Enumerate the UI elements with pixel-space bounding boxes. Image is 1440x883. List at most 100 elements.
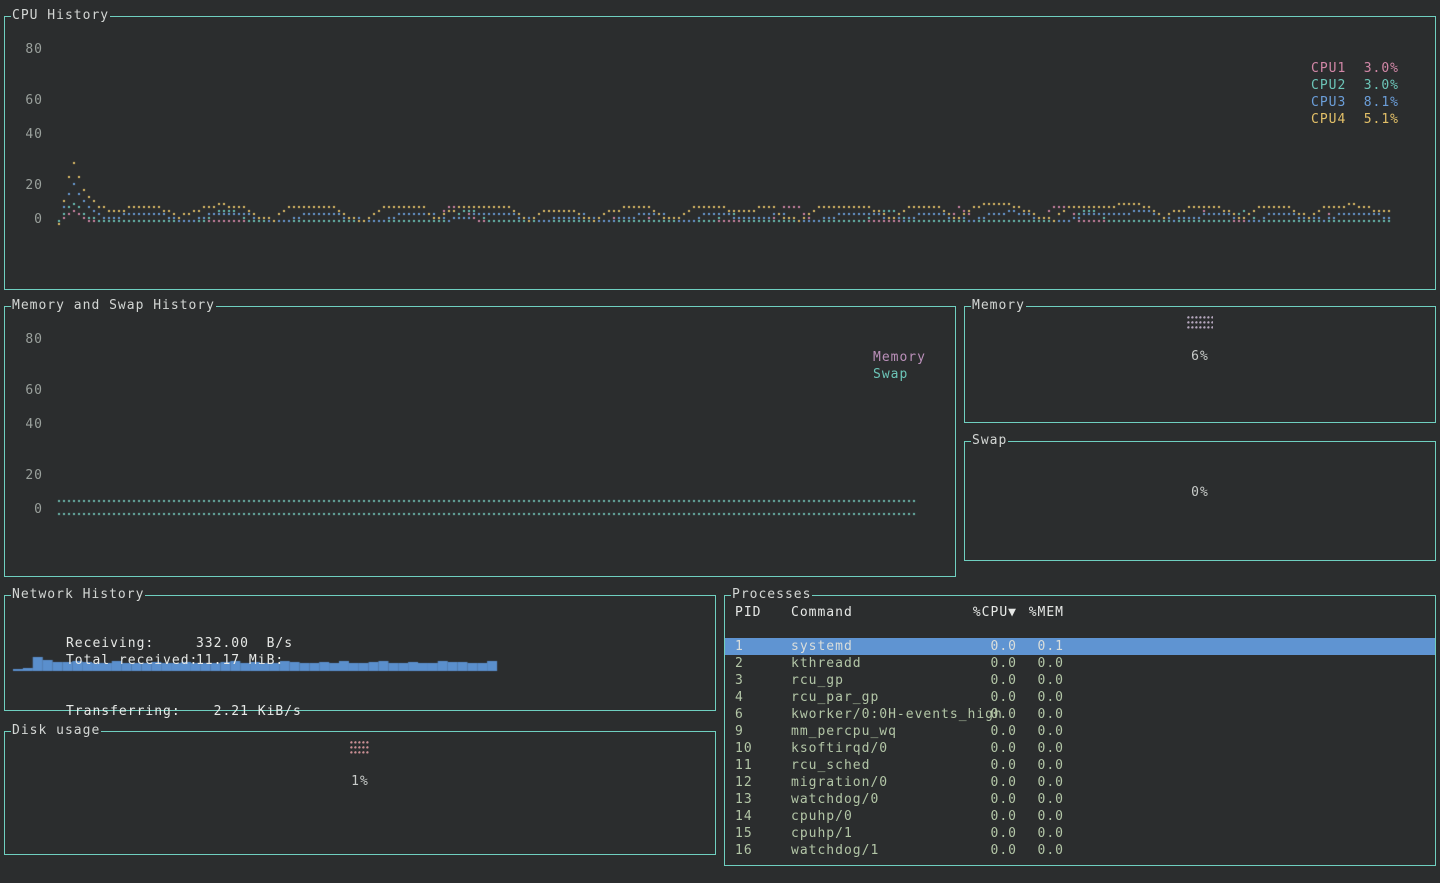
process-pid: 15: [735, 825, 779, 842]
column-header-pid[interactable]: PID: [735, 604, 779, 622]
memory-axis-tick: 20: [19, 468, 43, 483]
column-header-mem[interactable]: %MEM: [1020, 604, 1064, 622]
memory-axis-tick: 60: [19, 383, 43, 398]
process-pid: 2: [735, 655, 779, 672]
disk-percent: 1%: [5, 774, 715, 789]
process-cpu: 0.0: [961, 723, 1017, 740]
process-pid: 9: [735, 723, 779, 740]
memory-gauge-panel: Memory 6%: [964, 306, 1436, 423]
memory-axis-tick: 40: [19, 417, 43, 432]
process-pid: 13: [735, 791, 779, 808]
cpu-legend-item-cpu4: CPU4 5.1%: [1311, 111, 1399, 128]
process-mem: 0.0: [1020, 757, 1064, 774]
process-row-migration/0[interactable]: 12migration/00.00.0: [725, 774, 1435, 791]
network-transferring-value: 2.21 KiB/s: [196, 704, 302, 719]
cpu-history-chart: [5, 17, 1435, 289]
process-cpu: 0.0: [961, 842, 1017, 859]
memory-swap-history-panel: Memory and Swap History 806040200 Memory…: [4, 306, 956, 577]
process-mem: 0.0: [1020, 774, 1064, 791]
swap-gauge-panel: Swap 0%: [964, 441, 1436, 561]
disk-usage-title: Disk usage: [11, 723, 101, 738]
process-pid: 11: [735, 757, 779, 774]
cpu-legend-item-cpu3: CPU3 8.1%: [1311, 94, 1399, 111]
process-mem: 0.1: [1020, 638, 1064, 655]
process-row-systemd[interactable]: 1systemd0.00.1: [725, 638, 1435, 655]
process-row-kthreadd[interactable]: 2kthreadd0.00.0: [725, 655, 1435, 672]
memory-swap-history-chart: [5, 307, 955, 576]
process-cpu: 0.0: [961, 655, 1017, 672]
process-row-mm_percpu_wq[interactable]: 9mm_percpu_wq0.00.0: [725, 723, 1435, 740]
memory-axis-tick: 80: [19, 332, 43, 347]
process-cpu: 0.0: [961, 825, 1017, 842]
cpu-axis-tick: 80: [19, 42, 43, 57]
cpu-legend-item-cpu1: CPU1 3.0%: [1311, 60, 1399, 77]
cpu-legend-value: 3.0%: [1364, 77, 1399, 94]
swap-percent: 0%: [965, 485, 1435, 500]
process-mem: 0.0: [1020, 825, 1064, 842]
cpu-history-panel: CPU History 806040200 CPU13.0%CPU23.0%CP…: [4, 16, 1436, 290]
cpu-axis-tick: 0: [19, 212, 43, 227]
cpu-legend-name: CPU3: [1311, 94, 1346, 111]
process-cpu: 0.0: [961, 689, 1017, 706]
memory-gauge-icon: [1187, 316, 1213, 330]
process-cpu: 0.0: [961, 706, 1017, 723]
cpu-axis-tick: 40: [19, 127, 43, 142]
process-pid: 12: [735, 774, 779, 791]
process-pid: 10: [735, 740, 779, 757]
memory-swap-legend: MemorySwap: [873, 349, 926, 383]
processes-title: Processes: [731, 587, 812, 602]
cpu-legend-value: 8.1%: [1364, 94, 1399, 111]
process-mem: 0.0: [1020, 808, 1064, 825]
memory-legend-item-memory: Memory: [873, 349, 926, 366]
process-cpu: 0.0: [961, 774, 1017, 791]
process-row-watchdog/1[interactable]: 16watchdog/10.00.0: [725, 842, 1435, 859]
memory-gauge-title: Memory: [971, 298, 1026, 313]
process-row-ksoftirqd/0[interactable]: 10ksoftirqd/00.00.0: [725, 740, 1435, 757]
process-cpu: 0.0: [961, 672, 1017, 689]
network-total-row: Total received:11.17 MiB:: [13, 638, 284, 683]
cpu-legend: CPU1 3.0% CPU2 3.0% CPU3 8.1% CPU4 5.1%: [1311, 60, 1399, 128]
process-pid: 3: [735, 672, 779, 689]
cpu-legend-item-cpu2: CPU2 3.0%: [1311, 77, 1399, 94]
memory-legend-item-swap: Swap: [873, 366, 926, 383]
processes-panel: Processes PID Command %CPU▼ %MEM 1system…: [724, 595, 1436, 866]
processes-header: PID Command %CPU▼ %MEM: [725, 604, 1435, 622]
process-row-kworker/0:0H-events_high[interactable]: 6kworker/0:0H-events_high0.00.0: [725, 706, 1435, 723]
cpu-legend-name: CPU4: [1311, 111, 1346, 128]
memory-axis-tick: 0: [19, 502, 43, 517]
process-pid: 16: [735, 842, 779, 859]
process-pid: 14: [735, 808, 779, 825]
process-mem: 0.0: [1020, 706, 1064, 723]
process-cpu: 0.0: [961, 638, 1017, 655]
process-row-cpuhp/0[interactable]: 14cpuhp/00.00.0: [725, 808, 1435, 825]
process-pid: 4: [735, 689, 779, 706]
process-row-rcu_sched[interactable]: 11rcu_sched0.00.0: [725, 757, 1435, 774]
process-row-watchdog/0[interactable]: 13watchdog/00.00.0: [725, 791, 1435, 808]
cpu-legend-value: 3.0%: [1364, 60, 1399, 77]
disk-usage-panel: Disk usage 1%: [4, 731, 716, 855]
column-header-cpu-sort[interactable]: %CPU▼: [961, 604, 1017, 622]
network-transferring-label: Transferring:: [66, 704, 196, 719]
process-pid: 1: [735, 638, 779, 655]
process-row-cpuhp/1[interactable]: 15cpuhp/10.00.0: [725, 825, 1435, 842]
process-mem: 0.0: [1020, 791, 1064, 808]
network-total-label: Total received:: [66, 653, 196, 668]
disk-gauge-icon: [350, 741, 370, 755]
process-mem: 0.0: [1020, 723, 1064, 740]
process-mem: 0.0: [1020, 842, 1064, 859]
cpu-legend-name: CPU2: [1311, 77, 1346, 94]
process-cpu: 0.0: [961, 808, 1017, 825]
process-row-rcu_gp[interactable]: 3rcu_gp0.00.0: [725, 672, 1435, 689]
process-cpu: 0.0: [961, 740, 1017, 757]
cpu-axis-tick: 20: [19, 178, 43, 193]
cpu-axis-tick: 60: [19, 93, 43, 108]
cpu-legend-name: CPU1: [1311, 60, 1346, 77]
process-list: 1systemd0.00.12kthreadd0.00.03rcu_gp0.00…: [725, 638, 1435, 859]
network-history-panel: Network History Receiving:332.00 B/s Tot…: [4, 595, 716, 711]
cpu-legend-value: 5.1%: [1364, 111, 1399, 128]
system-monitor-screen: CPU History 806040200 CPU13.0%CPU23.0%CP…: [0, 0, 1440, 883]
swap-gauge-title: Swap: [971, 433, 1008, 448]
process-row-rcu_par_gp[interactable]: 4rcu_par_gp0.00.0: [725, 689, 1435, 706]
process-cpu: 0.0: [961, 757, 1017, 774]
process-mem: 0.0: [1020, 740, 1064, 757]
